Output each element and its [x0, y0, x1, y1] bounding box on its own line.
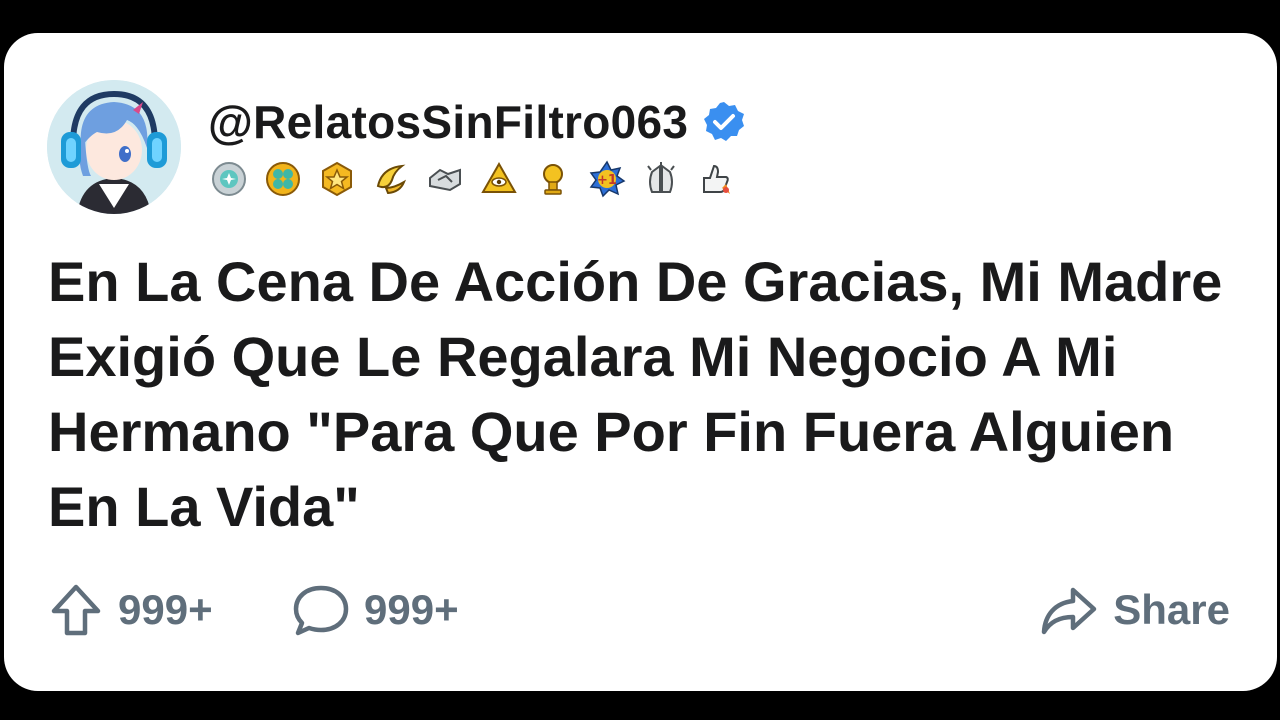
post-title: En La Cena De Acción De Gracias, Mi Madr…: [48, 250, 1223, 538]
gold-clover-award-icon[interactable]: [264, 160, 302, 198]
silver-award-icon[interactable]: [210, 160, 248, 198]
username-row: @RelatosSinFiltro063: [208, 92, 746, 152]
share-button[interactable]: Share: [1039, 580, 1230, 640]
share-arrow-icon: [1042, 587, 1097, 635]
avatar[interactable]: [47, 80, 181, 214]
praying-hands-award-icon[interactable]: [642, 160, 680, 198]
thumbs-up-rocket-award-icon[interactable]: [696, 160, 734, 198]
plus-one-award-icon[interactable]: +1: [588, 160, 626, 198]
verified-badge-icon: [704, 102, 745, 141]
upvote-arrow-icon: [51, 584, 101, 636]
pyramid-eye-award-icon[interactable]: [480, 160, 518, 198]
comments-button[interactable]: 999+: [292, 580, 459, 640]
gold-trophy-award-icon[interactable]: [534, 160, 572, 198]
handshake-award-icon[interactable]: [426, 160, 464, 198]
anime-avatar-icon: [47, 80, 181, 214]
gold-star-award-icon[interactable]: [318, 160, 356, 198]
upvote-count: 999+: [118, 586, 213, 633]
share-label: Share: [1113, 586, 1230, 633]
banana-award-icon[interactable]: [372, 160, 410, 198]
comment-bubble-icon: [293, 585, 349, 636]
upvote-button[interactable]: 999+: [48, 580, 213, 640]
svg-text:+1: +1: [597, 173, 617, 188]
username[interactable]: @RelatosSinFiltro063: [208, 95, 688, 149]
award-badges: +1: [210, 158, 734, 200]
comment-count: 999+: [364, 586, 459, 633]
